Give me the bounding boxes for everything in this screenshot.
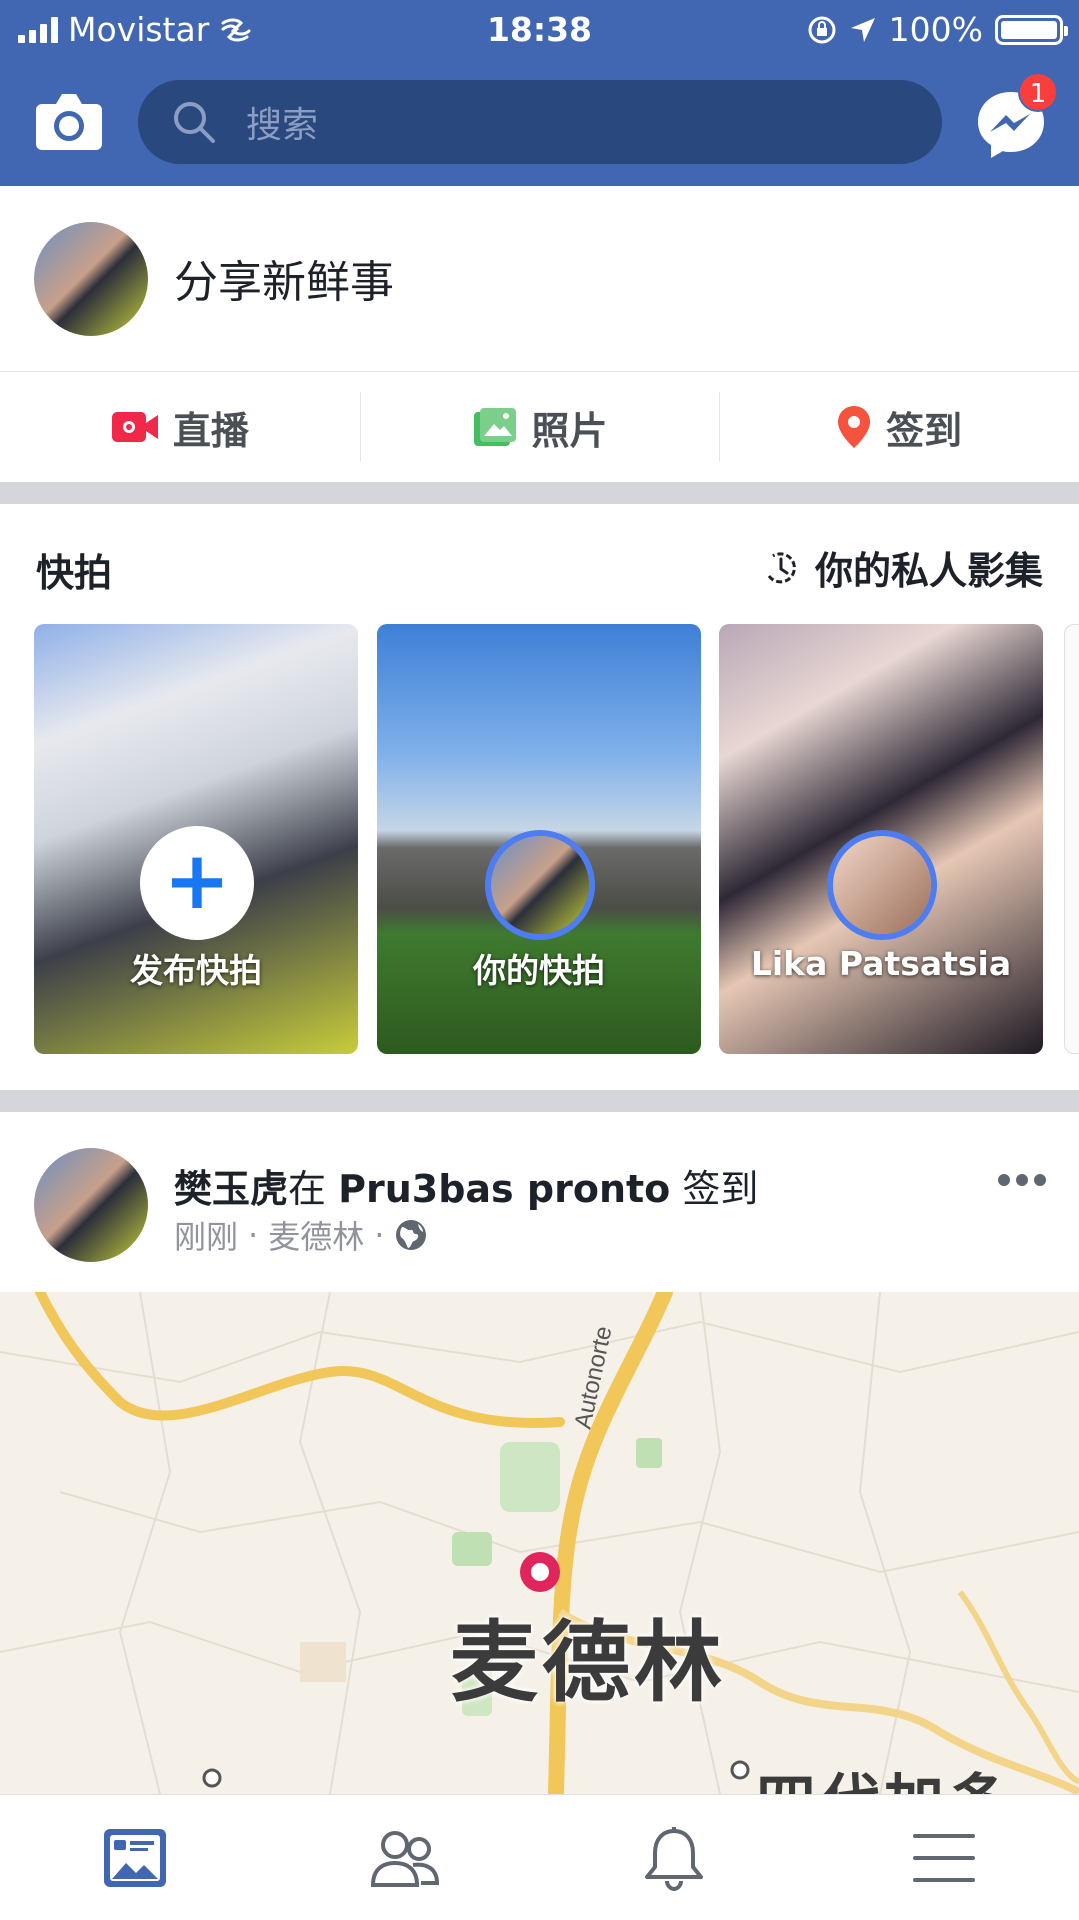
- photo-label: 照片: [531, 408, 608, 453]
- stories-title: 快拍: [36, 551, 113, 595]
- section-divider: [0, 1090, 1079, 1112]
- meta-separator: ·: [374, 1216, 385, 1254]
- menu-icon: [913, 1833, 976, 1882]
- post-title: 樊玉虎在 Pru3bas pronto 签到: [174, 1158, 758, 1213]
- story-card-next[interactable]: [1064, 624, 1079, 1054]
- bell-icon: [645, 1826, 704, 1891]
- checkin-button[interactable]: 签到: [719, 372, 1079, 482]
- tab-notifications[interactable]: [540, 1795, 810, 1920]
- live-button[interactable]: 直播: [0, 372, 360, 482]
- search-input[interactable]: 搜索: [138, 80, 942, 164]
- bottom-tab-bar: [0, 1794, 1079, 1920]
- post-author-name[interactable]: 樊玉虎: [174, 1167, 288, 1211]
- archive-button[interactable]: 你的私人影集: [761, 540, 1043, 595]
- battery-percent: 100%: [888, 10, 983, 49]
- post-location[interactable]: 麦德林: [268, 1212, 364, 1258]
- news-feed-icon: [103, 1828, 166, 1887]
- location-arrow-icon: [850, 17, 875, 42]
- camera-button[interactable]: [34, 90, 104, 152]
- live-label: 直播: [172, 408, 249, 453]
- story-ring: [485, 830, 595, 940]
- messenger-badge: 1: [1018, 72, 1058, 112]
- story-card-label: Lika Patsatsia: [750, 944, 1012, 983]
- post-meta: 刚刚 · 麦德林 ·: [174, 1212, 428, 1258]
- tab-friends[interactable]: [270, 1795, 540, 1920]
- post-checkin-text: 签到: [682, 1167, 759, 1211]
- story-avatar: [833, 836, 931, 934]
- checkin-map[interactable]: Autonorte 麦德林 四代加多: [0, 1292, 1079, 1794]
- friends-icon: [370, 1830, 439, 1887]
- search-icon: [174, 102, 215, 143]
- story-ring: [827, 830, 937, 940]
- camera-icon: [36, 94, 102, 150]
- checkin-label: 签到: [886, 408, 963, 453]
- photo-button[interactable]: 照片: [359, 372, 720, 482]
- composer-prompt[interactable]: 分享新鲜事: [174, 246, 394, 310]
- story-card-own[interactable]: 你的快拍: [377, 624, 701, 1054]
- composer[interactable]: 分享新鲜事: [0, 186, 1079, 372]
- more-dots-icon: [998, 1174, 1046, 1186]
- top-navigation-bar: Movistar 18:38 100% 搜索 1: [0, 0, 1079, 186]
- story-card-label: 发布快拍: [130, 951, 262, 990]
- map-city-label: 麦德林: [450, 1611, 727, 1714]
- story-avatar: [491, 836, 589, 934]
- post-place-name[interactable]: Pru3bas pronto: [338, 1167, 670, 1211]
- user-avatar[interactable]: [34, 222, 148, 336]
- map-partial-label: 四代加多: [756, 1754, 1012, 1794]
- location-pin-icon: [838, 406, 871, 448]
- archive-label: 你的私人影集: [814, 549, 1043, 593]
- post-header: 樊玉虎在 Pru3bas pronto 签到 刚刚 · 麦德林 ·: [0, 1112, 1079, 1292]
- map-pin-icon: [520, 1552, 560, 1592]
- live-video-icon: [111, 412, 158, 442]
- clock-archive-icon: [767, 551, 796, 583]
- story-card-label: 你的快拍: [473, 951, 605, 990]
- tab-menu[interactable]: [809, 1795, 1079, 1920]
- post-action-text: 在: [288, 1167, 327, 1211]
- globe-icon: [396, 1220, 427, 1250]
- composer-actions: 直播 照片 签到: [0, 372, 1079, 482]
- tab-news-feed[interactable]: [0, 1795, 270, 1920]
- post-time[interactable]: 刚刚: [174, 1212, 238, 1258]
- add-story-icon[interactable]: +: [140, 826, 254, 940]
- section-divider: [0, 482, 1079, 504]
- battery-icon: [995, 14, 1068, 45]
- search-placeholder: 搜索: [246, 105, 319, 146]
- story-card-create[interactable]: + 发布快拍: [34, 624, 358, 1054]
- meta-separator: ·: [248, 1216, 259, 1254]
- photo-icon: [473, 408, 516, 446]
- post-author-avatar[interactable]: [34, 1148, 148, 1262]
- status-bar: Movistar 18:38 100%: [0, 0, 1079, 60]
- stories-header: 快拍 你的私人影集: [0, 504, 1079, 624]
- rotation-lock-icon: [808, 16, 836, 43]
- post-more-button[interactable]: [997, 1172, 1047, 1192]
- story-card-friend[interactable]: Lika Patsatsia: [719, 624, 1043, 1054]
